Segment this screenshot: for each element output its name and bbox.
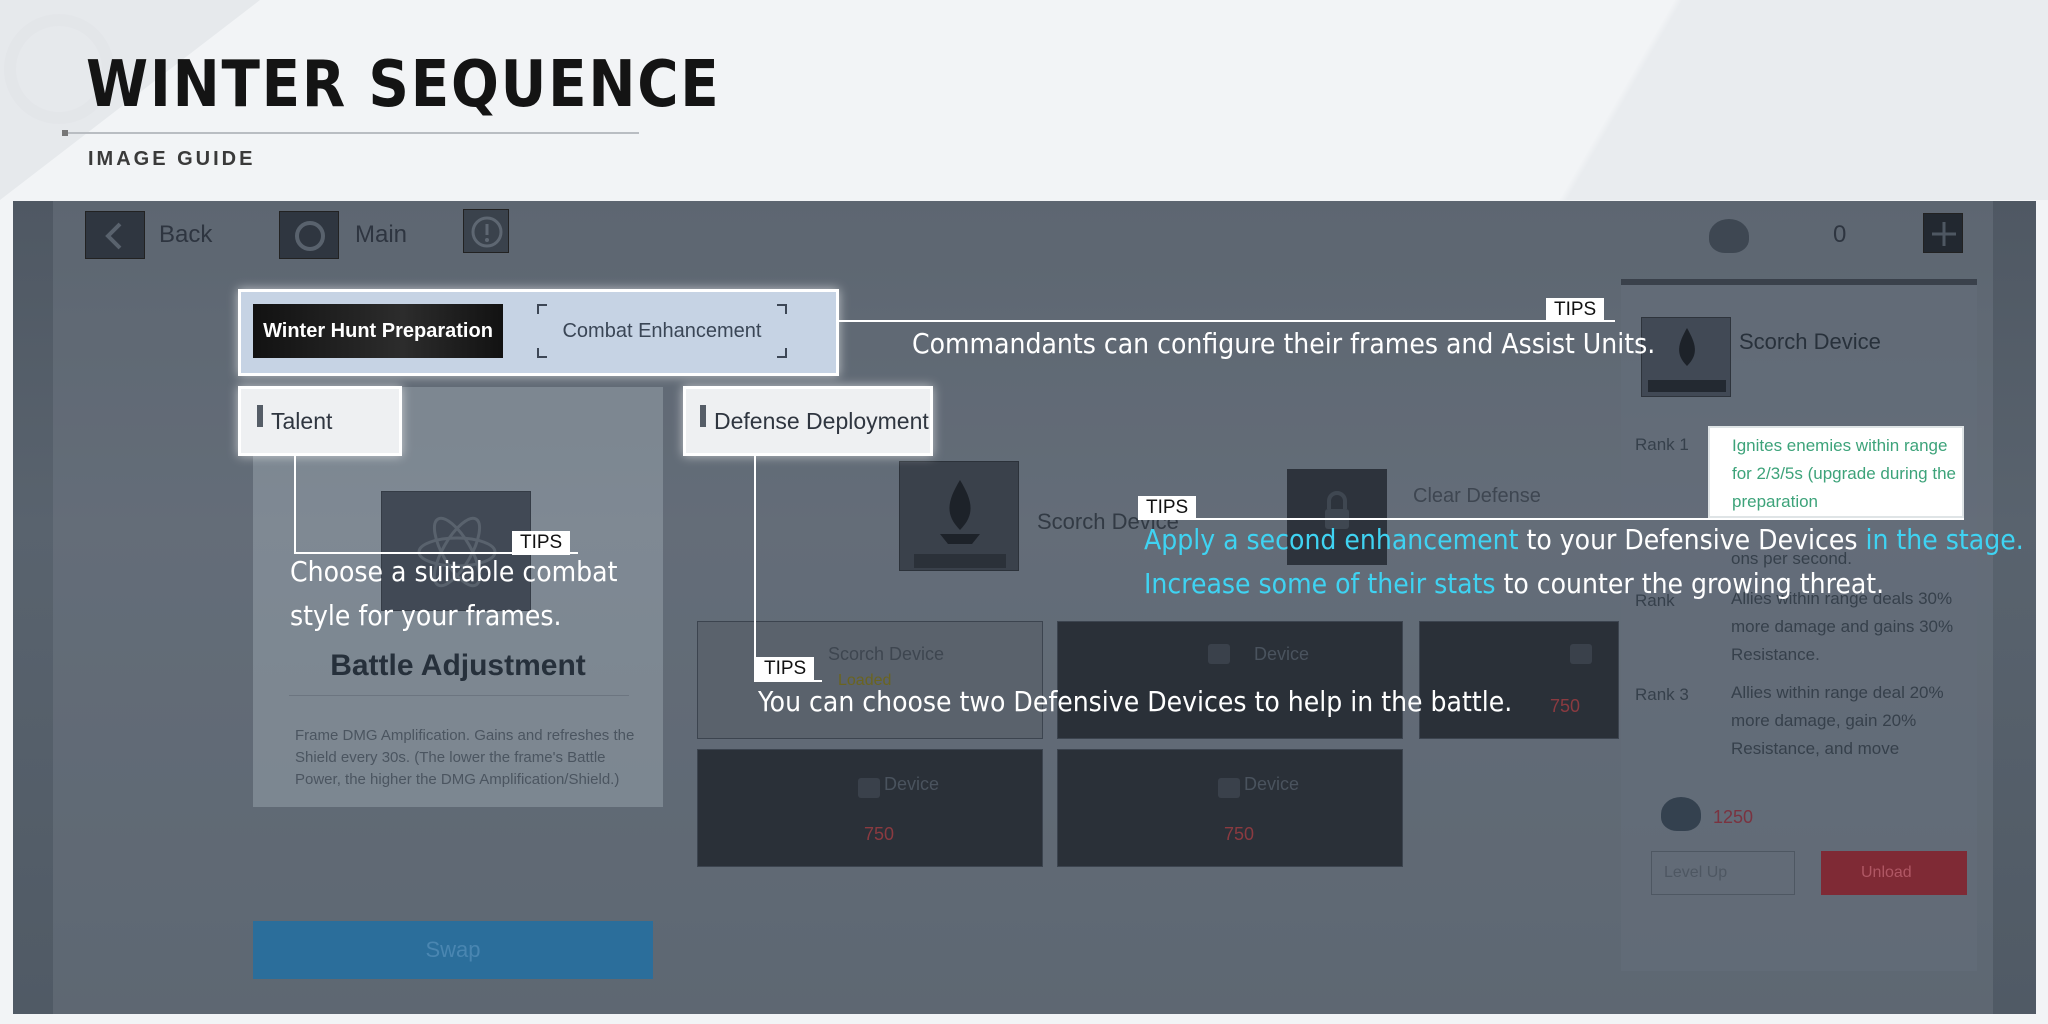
tip-text: Commandants can configure their frames a… xyxy=(912,327,1656,360)
currency-icon xyxy=(1709,219,1749,253)
device-tile[interactable]: Device 750 xyxy=(1057,749,1403,867)
tab-bar-highlight: Winter Hunt Preparation Combat Enhanceme… xyxy=(238,289,839,376)
bracket-corner xyxy=(537,304,547,314)
title-underline xyxy=(64,132,639,134)
back-label: Back xyxy=(159,221,213,248)
device-name: Device xyxy=(884,774,940,794)
divider xyxy=(289,695,629,696)
flame-icon xyxy=(914,480,1006,568)
tip-text: Choose a suitable combat xyxy=(290,555,618,588)
currency-icon xyxy=(1661,797,1701,831)
lock-icon xyxy=(1218,778,1240,798)
main-label: Main xyxy=(355,221,408,248)
lock-icon xyxy=(1208,644,1230,664)
rank-text: Allies within range deal 20% more damage… xyxy=(1731,683,1944,758)
rank-label: Rank 3 xyxy=(1635,685,1689,704)
level-up-button[interactable]: Level Up xyxy=(1651,851,1795,895)
connector-line xyxy=(294,456,296,554)
alert-icon xyxy=(471,216,503,248)
back-button[interactable] xyxy=(85,211,145,259)
background-shape xyxy=(1348,0,2048,200)
tip-text: You can choose two Defensive Devices to … xyxy=(758,685,1513,718)
device-tile[interactable]: Device 750 xyxy=(697,749,1043,867)
currency-value: 0 xyxy=(1833,221,1847,248)
rank1-highlight: Ignites enemies within range for 2/3/5s … xyxy=(1708,426,1964,518)
unload-button[interactable]: Unload xyxy=(1821,851,1967,895)
bracket-corner xyxy=(537,348,547,358)
tip-text: style for your frames. xyxy=(290,599,562,632)
tag-marker xyxy=(700,405,706,427)
page-title: WINTER SEQUENCE xyxy=(86,48,721,122)
bracket-corner xyxy=(777,304,787,314)
chevron-left-icon xyxy=(105,222,122,250)
lock-icon xyxy=(1570,644,1592,664)
tag-marker xyxy=(257,405,263,427)
info-button[interactable] xyxy=(463,209,509,253)
add-currency-button[interactable] xyxy=(1923,213,1963,253)
talent-title: Battle Adjustment xyxy=(330,649,586,682)
tab-winter-hunt-preparation[interactable]: Winter Hunt Preparation xyxy=(253,304,503,358)
defense-tag-highlight[interactable]: Defense Deployment xyxy=(683,386,933,456)
tip-highlight: Apply a second enhancement xyxy=(1144,523,1519,556)
talent-description: Frame DMG Amplification. Gains and refre… xyxy=(295,727,635,788)
tip-text: Increase some of their stats to counter … xyxy=(1144,562,1884,606)
talent-tag-label: Talent xyxy=(271,407,333,434)
plus-icon xyxy=(1932,222,1956,246)
rank-label: Rank 1 xyxy=(1635,435,1689,454)
tips-tag: TIPS xyxy=(756,657,815,681)
defense-tag-label: Defense Deployment xyxy=(714,407,929,434)
talent-tag-highlight[interactable]: Talent xyxy=(238,386,402,456)
device-cost: 750 xyxy=(1550,696,1581,716)
tips-tag: TIPS xyxy=(1138,496,1197,520)
main-button[interactable] xyxy=(279,211,339,259)
device-name: Scorch Device xyxy=(828,644,945,664)
tip-plain: to counter the growing threat. xyxy=(1495,567,1885,600)
bracket-corner xyxy=(777,348,787,358)
tip-highlight: Increase some of their stats xyxy=(1144,567,1496,600)
device-detail-title: Scorch Device xyxy=(1739,329,1881,354)
flame-icon xyxy=(1648,328,1726,392)
device-name: Device xyxy=(1254,644,1310,664)
tips-tag: TIPS xyxy=(1546,298,1605,322)
tip-text: Apply a second enhancement to your Defen… xyxy=(1144,518,2024,562)
page-subtitle: IMAGE GUIDE xyxy=(88,148,256,170)
home-circle-icon xyxy=(295,221,325,251)
upgrade-cost: 1250 xyxy=(1713,807,1754,827)
tip-plain: to your Defensive Devices xyxy=(1518,523,1866,556)
device-cost: 750 xyxy=(864,824,895,844)
device-cost: 750 xyxy=(1224,824,1255,844)
tab-combat-enhancement[interactable]: Combat Enhancement xyxy=(537,304,787,358)
swap-button[interactable]: Swap xyxy=(253,921,653,979)
tip-highlight: in the stage. xyxy=(1865,523,2024,556)
lock-icon xyxy=(858,778,880,798)
device-name: Device xyxy=(1244,774,1300,794)
connector-line xyxy=(754,456,756,682)
title-underline-dot xyxy=(62,130,68,136)
selected-device-card[interactable] xyxy=(899,461,1019,571)
clear-defense-label: Clear Defense xyxy=(1413,485,1541,507)
tab-label: Combat Enhancement xyxy=(562,319,762,342)
